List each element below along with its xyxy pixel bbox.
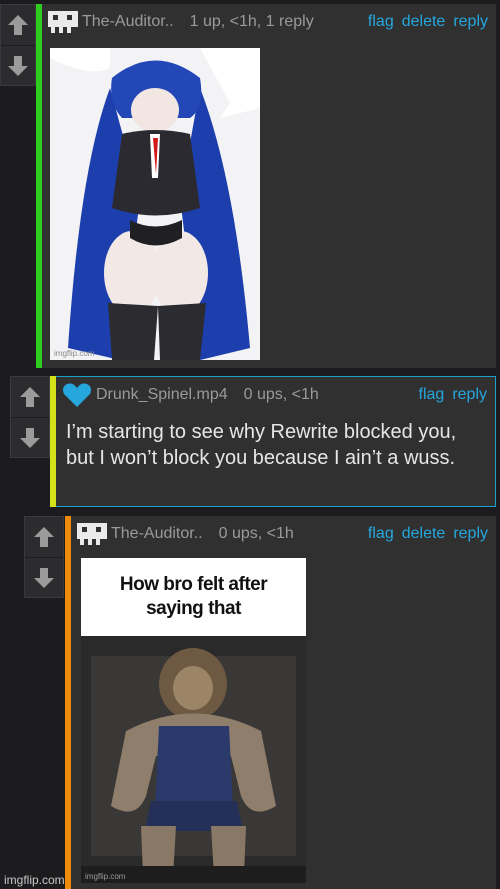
comment-body: The-Auditor.. 0 ups, <1h flag delete rep… bbox=[71, 516, 496, 889]
username[interactable]: The-Auditor.. bbox=[111, 525, 203, 543]
comment-1: The-Auditor.. 1 up, <1h, 1 reply flag de… bbox=[0, 0, 500, 370]
downvote-button[interactable] bbox=[25, 557, 63, 598]
comment-header: Drunk_Spinel.mp4 0 ups, <1h flag reply bbox=[56, 377, 495, 413]
blue-heart-icon bbox=[63, 383, 91, 407]
username[interactable]: Drunk_Spinel.mp4 bbox=[96, 386, 228, 404]
vote-box bbox=[24, 516, 64, 598]
upvote-button[interactable] bbox=[11, 377, 49, 417]
comment-meta: 0 ups, <1h bbox=[218, 525, 294, 542]
footer-watermark: imgflip.com bbox=[4, 873, 65, 887]
comment-body: The-Auditor.. 1 up, <1h, 1 reply flag de… bbox=[42, 4, 496, 368]
pixel-face-icon bbox=[77, 523, 107, 545]
username[interactable]: The-Auditor.. bbox=[82, 13, 174, 31]
comment-body: Drunk_Spinel.mp4 0 ups, <1h flag reply I… bbox=[56, 376, 496, 507]
comment-image[interactable]: imgflip.com bbox=[50, 48, 260, 360]
arrow-down-icon bbox=[20, 428, 40, 448]
reply-link[interactable]: reply bbox=[452, 386, 487, 404]
flag-link[interactable]: flag bbox=[368, 525, 394, 543]
arrow-up-icon bbox=[20, 387, 40, 407]
comment-actions: flag reply bbox=[419, 386, 487, 404]
upvote-button[interactable] bbox=[1, 5, 35, 45]
meme-image[interactable]: How bro felt after saying that imgflip.c… bbox=[81, 558, 306, 883]
comment-header: The-Auditor.. 0 ups, <1h flag delete rep… bbox=[71, 516, 496, 552]
comment-3: The-Auditor.. 0 ups, <1h flag delete rep… bbox=[0, 510, 500, 889]
downvote-button[interactable] bbox=[11, 417, 49, 458]
vote-box bbox=[10, 376, 50, 458]
arrow-up-icon bbox=[34, 527, 54, 547]
comment-actions: flag delete reply bbox=[368, 13, 488, 31]
comment-header: The-Auditor.. 1 up, <1h, 1 reply flag de… bbox=[42, 4, 496, 40]
anime-character-illustration bbox=[50, 48, 260, 360]
arrow-down-icon bbox=[8, 56, 28, 76]
meme-caption: How bro felt after saying that bbox=[119, 574, 268, 619]
lion-illustration bbox=[81, 636, 306, 883]
arrow-up-icon bbox=[8, 15, 28, 35]
reply-link[interactable]: reply bbox=[453, 525, 488, 543]
comment-meta: 1 up, <1h, 1 reply bbox=[189, 13, 314, 30]
reply-link[interactable]: reply bbox=[453, 13, 488, 31]
pixel-face-icon bbox=[48, 11, 78, 33]
arrow-down-icon bbox=[34, 568, 54, 588]
delete-link[interactable]: delete bbox=[402, 13, 446, 31]
flag-link[interactable]: flag bbox=[368, 13, 394, 31]
comment-2: Drunk_Spinel.mp4 0 ups, <1h flag reply I… bbox=[0, 370, 500, 510]
flag-link[interactable]: flag bbox=[419, 386, 445, 404]
image-watermark: imgflip.com bbox=[54, 349, 95, 358]
comment-meta: 0 ups, <1h bbox=[243, 386, 319, 403]
image-watermark: imgflip.com bbox=[85, 872, 126, 881]
comment-text: I’m starting to see why Rewrite blocked … bbox=[66, 421, 457, 469]
downvote-button[interactable] bbox=[1, 45, 35, 86]
vote-box bbox=[0, 4, 36, 86]
delete-link[interactable]: delete bbox=[402, 525, 446, 543]
upvote-button[interactable] bbox=[25, 517, 63, 557]
meme-caption-box: How bro felt after saying that bbox=[81, 558, 306, 636]
comment-actions: flag delete reply bbox=[368, 525, 488, 543]
